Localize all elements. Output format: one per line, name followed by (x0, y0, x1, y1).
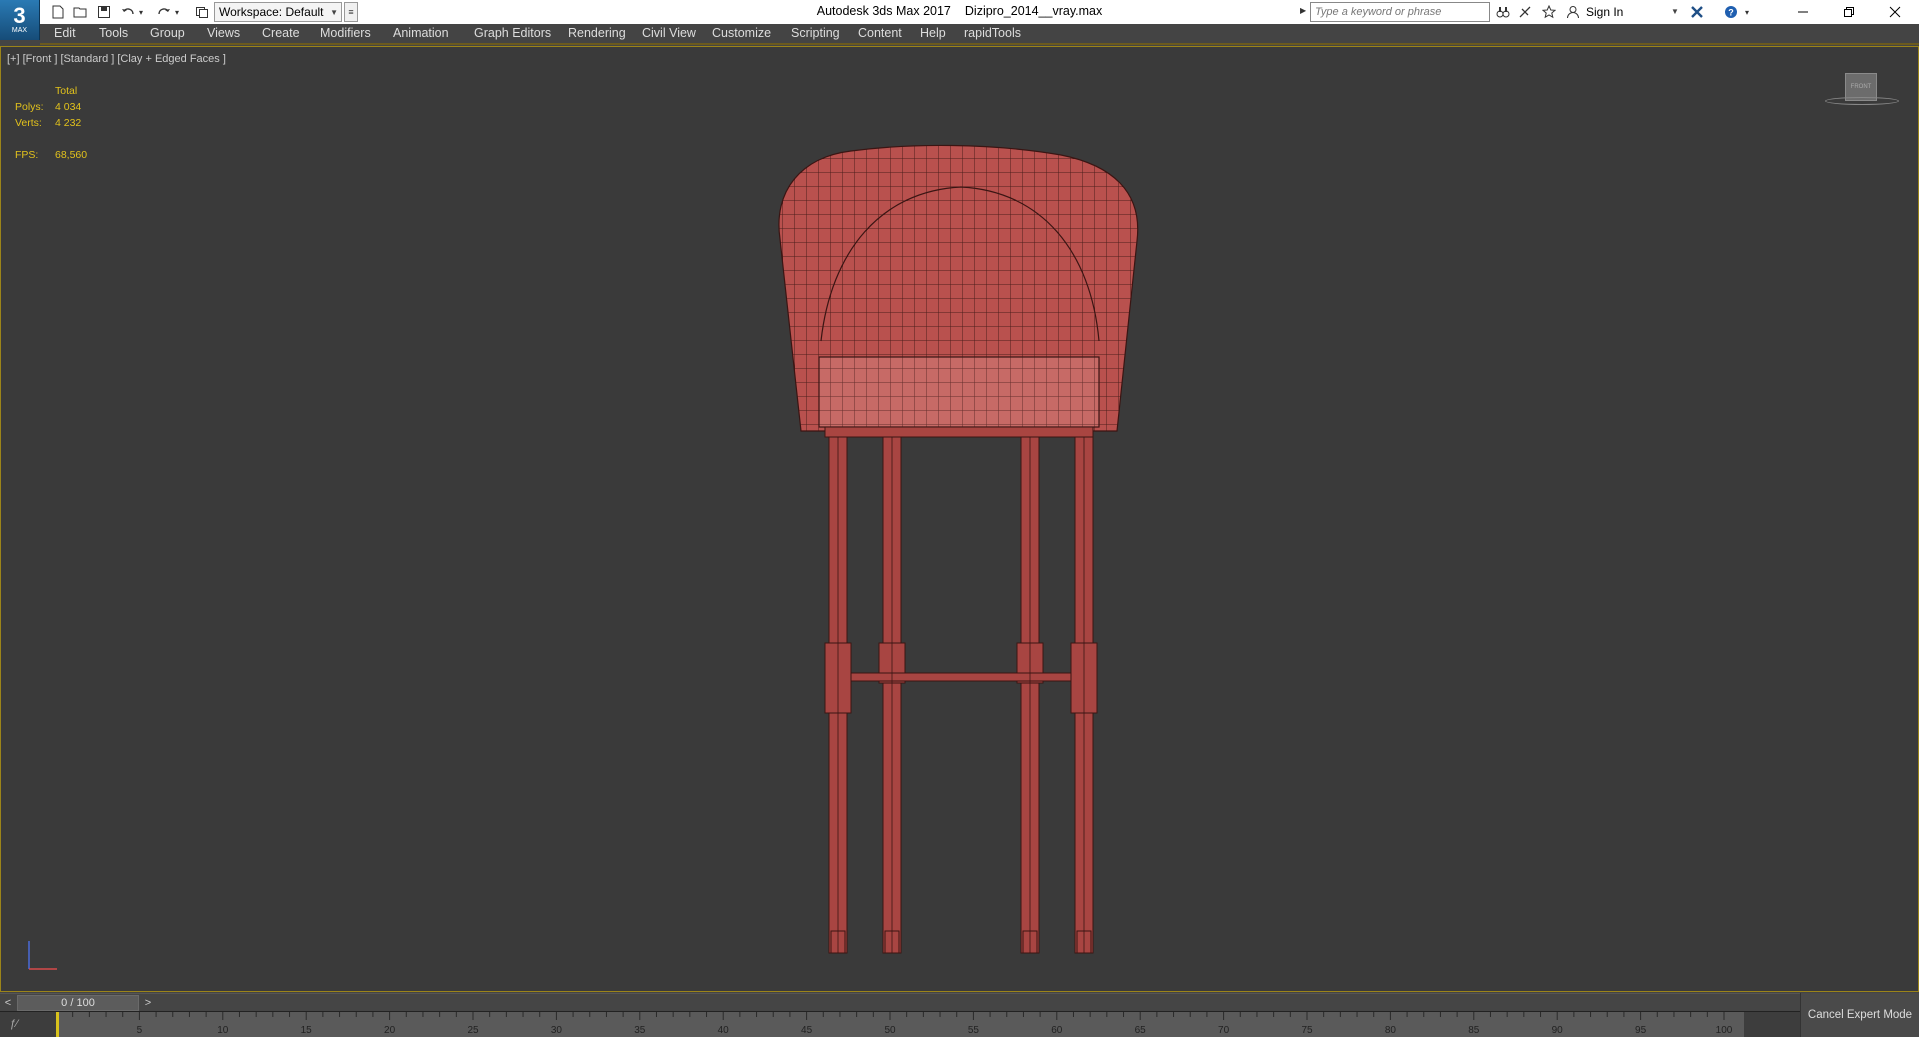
help-icon[interactable]: ? (1722, 3, 1740, 21)
open-file-icon[interactable] (70, 3, 90, 21)
verts-label: Verts: (15, 117, 42, 129)
chevron-down-icon: ▼ (330, 8, 338, 17)
menu-help[interactable]: Help (920, 26, 946, 40)
verts-value: 4 232 (55, 117, 82, 129)
menu-civil-view[interactable]: Civil View (642, 26, 696, 40)
ruler-tick-label: 25 (467, 1025, 479, 1036)
ruler-tick-label: 95 (1635, 1025, 1647, 1036)
polys-label: Polys: (15, 101, 44, 113)
ruler-tick-label: 10 (217, 1025, 229, 1036)
redo-dropdown-icon[interactable]: ▾ (172, 3, 182, 21)
ruler-tick-label: 70 (1218, 1025, 1230, 1036)
communication-center-icon[interactable] (1516, 3, 1534, 21)
main-menu-bar: Edit Tools Group Views Create Modifiers … (40, 24, 1919, 45)
ruler-tick-label: 100 (1716, 1025, 1733, 1036)
ruler-tick-label: 80 (1385, 1025, 1397, 1036)
close-icon[interactable] (1872, 0, 1918, 24)
ruler-tick-label: 65 (1135, 1025, 1147, 1036)
viewcube-compass-ring[interactable] (1825, 97, 1899, 105)
ruler-tick-label: 20 (384, 1025, 396, 1036)
save-file-icon[interactable] (94, 3, 114, 21)
ruler-tick-label: 45 (801, 1025, 813, 1036)
timeline-ruler[interactable]: 0510152025303540455055606570758085909510… (56, 1012, 1744, 1037)
ruler-tick-label: 5 (137, 1025, 143, 1036)
project-folder-icon[interactable] (192, 3, 212, 21)
ruler-tick-label: 35 (634, 1025, 646, 1036)
menu-rendering[interactable]: Rendering (568, 26, 626, 40)
menu-graph-editors[interactable]: Graph Editors (474, 26, 551, 40)
application-menu-button[interactable]: 3 MAX (0, 0, 40, 40)
window-title-file: Dizipro_2014__vray.max (964, 4, 1103, 18)
menu-create[interactable]: Create (262, 26, 300, 40)
menu-tools[interactable]: Tools (99, 26, 128, 40)
workspace-label: Workspace: Default (219, 5, 324, 19)
app-logo-number: 3 (13, 3, 26, 28)
mini-curve-editor-icon[interactable]: ƒ⁄ (10, 1018, 18, 1030)
track-bar: ƒ⁄ 0510152025303540455055606570758085909… (0, 1011, 1800, 1037)
minimize-icon[interactable] (1780, 0, 1826, 24)
search-input[interactable]: Type a keyword or phrase (1310, 2, 1490, 22)
fps-label: FPS: (15, 149, 39, 161)
viewport-statistics: Total Polys: 4 034 Verts: 4 232 FPS: 68,560 (15, 83, 87, 163)
ruler-tick-label: 60 (1051, 1025, 1063, 1036)
menu-animation[interactable]: Animation (393, 26, 449, 40)
fps-value: 68,560 (55, 149, 88, 161)
undo-dropdown-icon[interactable]: ▾ (136, 3, 146, 21)
menu-modifiers[interactable]: Modifiers (320, 26, 371, 40)
svg-text:?: ? (1728, 8, 1734, 18)
seat-frame (824, 426, 1094, 438)
new-scene-icon[interactable] (48, 3, 68, 21)
undo-icon[interactable] (118, 3, 138, 21)
ruler-tick-label: 50 (884, 1025, 896, 1036)
title-bar: 3 MAX ▾ ▾ Workspace: Default ▼ ≡ Autodes… (0, 0, 1919, 40)
window-title-app: Autodesk 3ds Max 2017 (816, 4, 951, 18)
stats-header: Total (55, 85, 78, 97)
customize-toolbar-icon[interactable]: ≡ (344, 2, 358, 22)
menu-views[interactable]: Views (207, 26, 240, 40)
user-icon (1564, 3, 1582, 21)
time-slider: < 0 / 100 > (0, 993, 1919, 1011)
restore-icon[interactable] (1826, 0, 1872, 24)
prev-frame-button[interactable]: < (0, 995, 16, 1011)
cancel-expert-mode-button[interactable]: Cancel Expert Mode (1800, 993, 1919, 1037)
next-frame-button[interactable]: > (140, 995, 156, 1011)
ruler-tick-label: 40 (718, 1025, 730, 1036)
time-slider-thumb[interactable]: 0 / 100 (17, 995, 139, 1011)
sign-in-dropdown-icon[interactable]: ▼ (1671, 7, 1679, 16)
current-frame-marker (56, 1012, 59, 1037)
workspace-selector[interactable]: Workspace: Default ▼ (214, 2, 342, 22)
ruler-tick-label: 90 (1552, 1025, 1564, 1036)
ruler-tick-label: 30 (551, 1025, 563, 1036)
legs (824, 436, 1098, 954)
polys-value: 4 034 (55, 101, 82, 113)
app-logo-text: MAX (11, 27, 28, 34)
menu-content[interactable]: Content (858, 26, 902, 40)
ruler-tick-label: 85 (1468, 1025, 1480, 1036)
favorites-star-icon[interactable] (1540, 3, 1558, 21)
ruler-tick-label: 75 (1301, 1025, 1313, 1036)
ruler-tick-label: 15 (301, 1025, 313, 1036)
binoculars-icon[interactable] (1494, 3, 1512, 21)
app-window: 3 MAX ▾ ▾ Workspace: Default ▼ ≡ Autodes… (0, 0, 1919, 1037)
menu-rapidtools[interactable]: rapidTools (964, 26, 1021, 40)
axis-tripod-icon (28, 941, 57, 970)
help-dropdown-icon[interactable]: ▾ (1742, 3, 1752, 21)
sign-in-button[interactable]: Sign In (1586, 5, 1623, 19)
search-expand-icon[interactable]: ▶ (1300, 6, 1306, 15)
seat-cushion-mesh (819, 357, 1099, 427)
autodesk-exchange-icon[interactable] (1688, 3, 1706, 21)
redo-icon[interactable] (154, 3, 174, 21)
menu-customize[interactable]: Customize (712, 26, 771, 40)
front-viewport[interactable]: [+] [Front ] [Standard ] [Clay + Edged F… (0, 46, 1919, 992)
menu-edit[interactable]: Edit (54, 26, 76, 40)
viewport-label-menu[interactable]: [+] [Front ] [Standard ] [Clay + Edged F… (7, 53, 226, 65)
bar-stool-model[interactable] (771, 131, 1151, 961)
menu-group[interactable]: Group (150, 26, 185, 40)
menu-scripting[interactable]: Scripting (791, 26, 840, 40)
viewcube[interactable]: FRONT (1821, 71, 1901, 111)
ruler-tick-label: 55 (968, 1025, 980, 1036)
